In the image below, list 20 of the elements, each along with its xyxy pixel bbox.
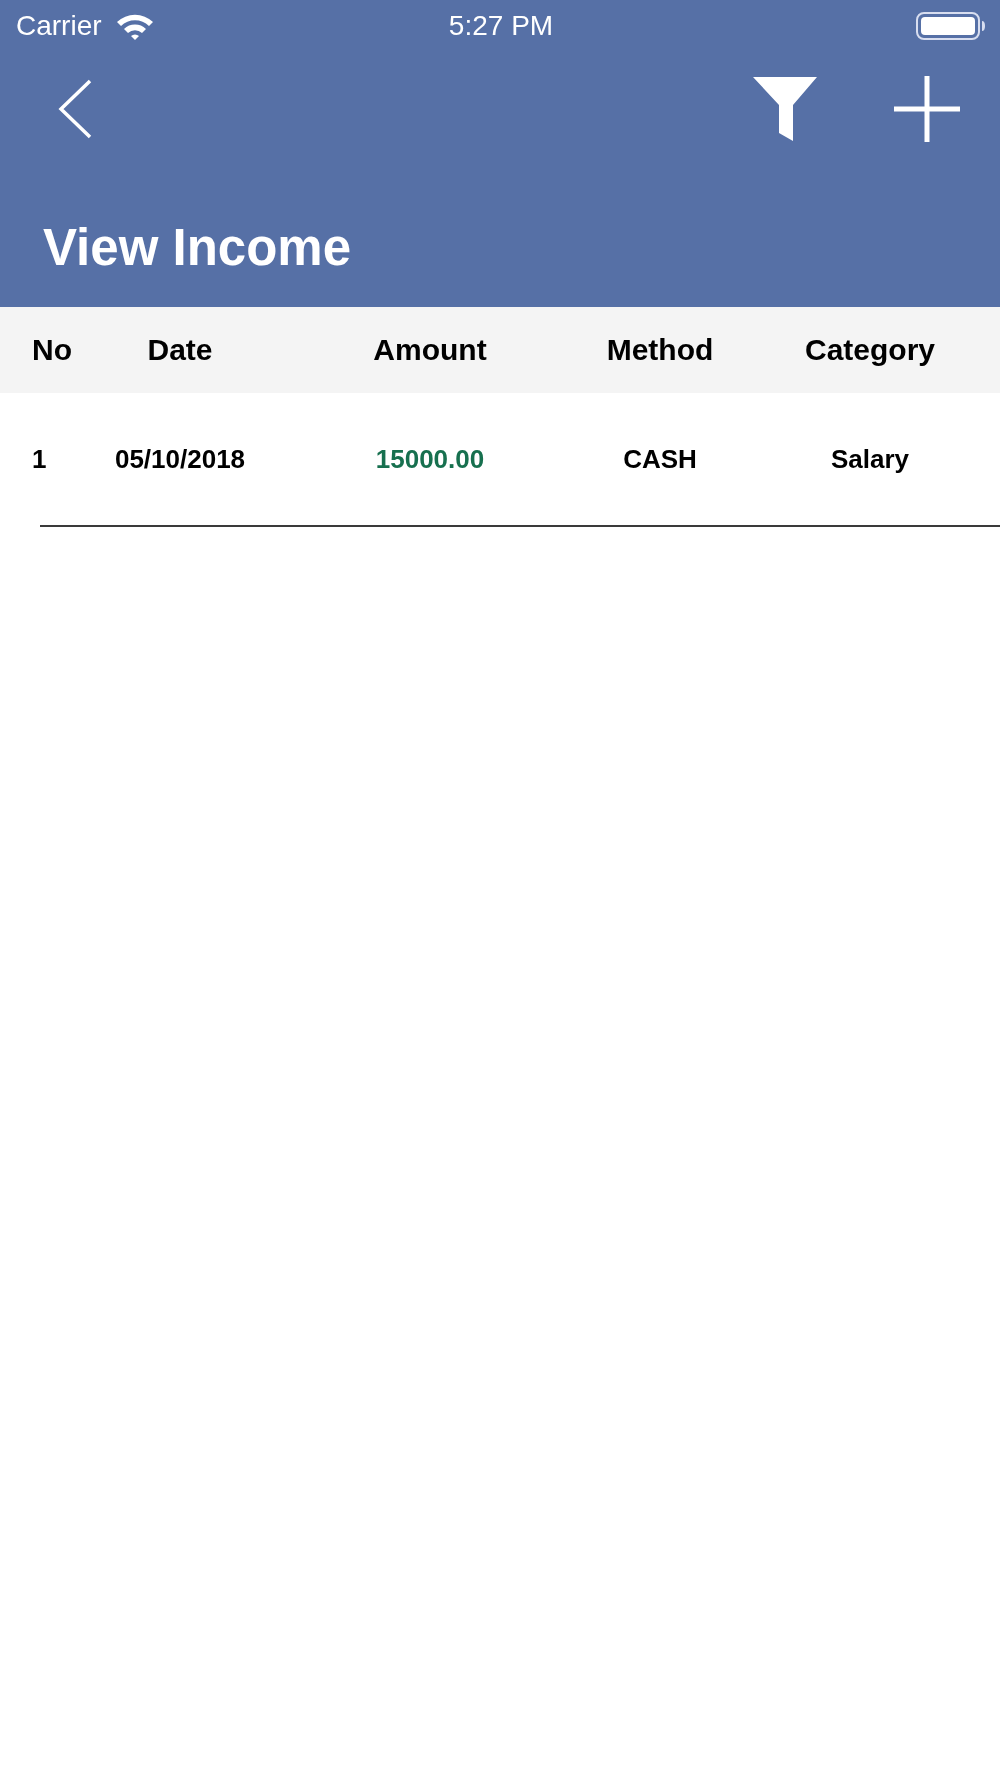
filter-button[interactable] (752, 76, 818, 142)
add-button[interactable] (894, 76, 960, 142)
table-cell: CASH (623, 444, 697, 474)
wifi-icon (115, 12, 154, 40)
chevron-left-icon (58, 79, 92, 139)
column-header: No (32, 332, 72, 368)
page-title: View Income (42, 218, 353, 278)
table-cell: 15000.00 (375, 444, 485, 474)
table-cell: 05/10/2018 (114, 444, 246, 474)
plus-icon (894, 76, 960, 142)
column-header: Amount (373, 332, 487, 368)
table-cell: 1 (32, 444, 47, 474)
table-cell: Salary (830, 444, 910, 474)
carrier-name: Carrier (16, 10, 102, 42)
clock-time: 5:27 PM (448, 10, 554, 42)
column-header: Date (147, 332, 213, 368)
column-header: Method (606, 332, 714, 368)
column-header: Category (804, 332, 935, 368)
funnel-icon (753, 77, 817, 141)
battery-icon (916, 12, 986, 40)
